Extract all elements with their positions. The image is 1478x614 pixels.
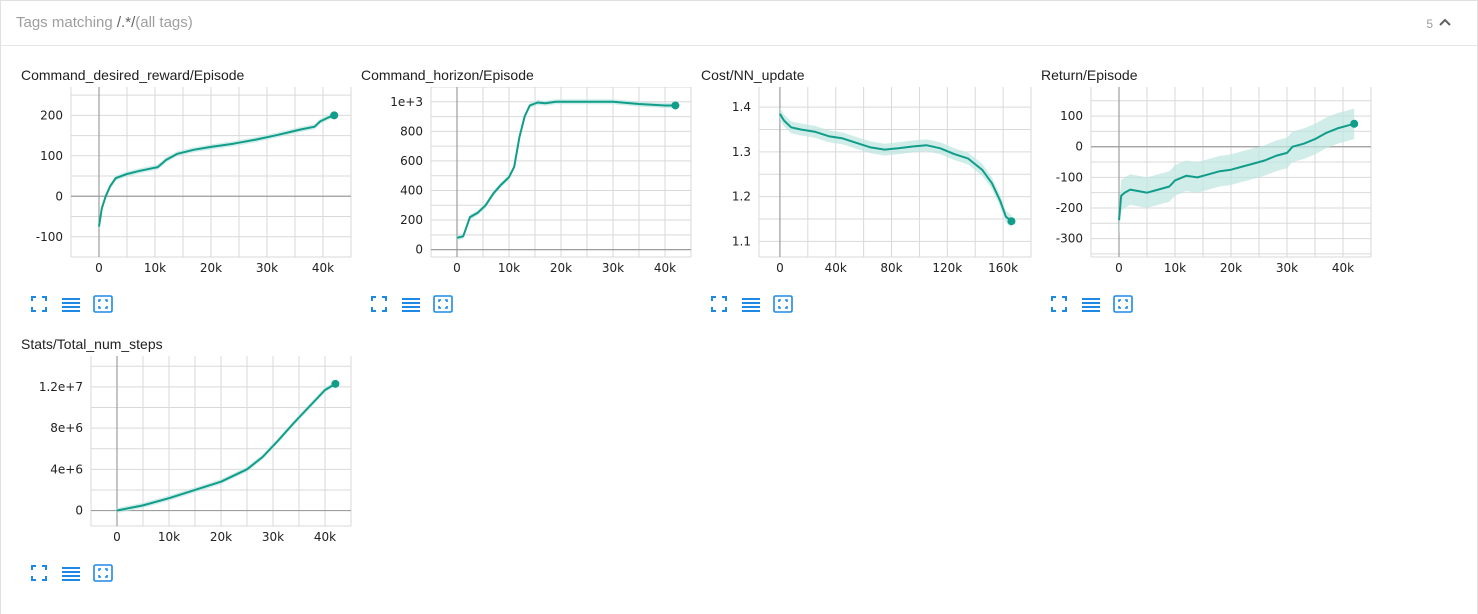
x-tick-label: 40k bbox=[654, 261, 676, 275]
scalar-chart-card: Command_desired_reward/Episode 0 10k 20k 30k… bbox=[21, 67, 361, 327]
fit-domain-icon[interactable] bbox=[93, 294, 113, 314]
y-tick-label: 4e+6 bbox=[50, 462, 83, 476]
y-tick-label: 1.2 bbox=[732, 190, 751, 204]
x-tick-label: 0 bbox=[1115, 261, 1123, 275]
charts-grid: Command_desired_reward/Episode 0 10k 20k 30k… bbox=[0, 45, 1478, 614]
tag-filter-suffix: (all tags) bbox=[135, 14, 193, 31]
line-chart[interactable]: 0 10k 20k 30k 40k -100 0 100 200 bbox=[21, 87, 361, 277]
chevron-up-icon[interactable] bbox=[1437, 14, 1453, 30]
x-tick-label: 40k bbox=[825, 261, 847, 275]
x-tick-label: 80k bbox=[880, 261, 902, 275]
x-tick-label: 30k bbox=[262, 530, 284, 544]
scalar-chart-card: Command_horizon/Episode 0 10k 20k 30k 40k 0 200… bbox=[361, 67, 701, 327]
raw-series-band bbox=[117, 381, 336, 514]
last-point-marker bbox=[331, 379, 340, 388]
last-point-marker bbox=[1350, 119, 1359, 128]
x-tick-label: 0 bbox=[453, 261, 461, 275]
tag-filter-title: Tags matching /.*/(all tags) bbox=[16, 14, 193, 31]
tag-count-badge: 5 bbox=[1426, 17, 1433, 31]
y-tick-label: -300 bbox=[1056, 232, 1083, 246]
y-tick-label: 0 bbox=[415, 243, 423, 257]
smoothed-series-line bbox=[116, 382, 336, 512]
x-tick-label: 10k bbox=[498, 261, 520, 275]
expand-icon[interactable] bbox=[709, 294, 729, 314]
x-tick-label: 160k bbox=[988, 261, 1018, 275]
list-lines-icon[interactable] bbox=[741, 294, 761, 314]
last-point-marker bbox=[330, 111, 339, 120]
y-tick-label: 600 bbox=[400, 154, 423, 168]
y-tick-label: 1.4 bbox=[732, 100, 751, 114]
line-chart[interactable]: 0 10k 20k 30k 40k 0 4e+6 8e+6 1.2e+7 bbox=[21, 356, 361, 546]
expand-icon[interactable] bbox=[29, 563, 49, 583]
y-tick-label: 0 bbox=[55, 189, 63, 203]
x-tick-label: 10k bbox=[1164, 261, 1186, 275]
y-tick-label: 200 bbox=[40, 108, 63, 122]
line-chart[interactable]: 0 10k 20k 30k 40k -300 -200 -100 0 100 bbox=[1041, 87, 1381, 277]
y-tick-label: 200 bbox=[400, 213, 423, 227]
tag-filter-prefix: Tags matching bbox=[16, 14, 117, 31]
line-chart[interactable]: 0 10k 20k 30k 40k 0 200 400 600 800 1e+3 bbox=[361, 87, 701, 277]
x-tick-label: 40k bbox=[312, 261, 334, 275]
fit-domain-icon[interactable] bbox=[433, 294, 453, 314]
x-tick-label: 40k bbox=[314, 530, 336, 544]
x-tick-label: 20k bbox=[210, 530, 232, 544]
x-tick-label: 10k bbox=[144, 261, 166, 275]
y-tick-label: 1.1 bbox=[732, 234, 751, 248]
fit-domain-icon[interactable] bbox=[773, 294, 793, 314]
chart-title: Cost/NN_update bbox=[701, 67, 805, 83]
x-tick-label: 10k bbox=[158, 530, 180, 544]
expand-icon[interactable] bbox=[369, 294, 389, 314]
y-tick-label: 800 bbox=[400, 124, 423, 138]
y-tick-label: 100 bbox=[1060, 109, 1083, 123]
y-tick-label: 1.3 bbox=[732, 145, 751, 159]
x-tick-label: 30k bbox=[1276, 261, 1298, 275]
tag-filter-regex: /.*/ bbox=[116, 14, 136, 31]
expand-icon[interactable] bbox=[1049, 294, 1069, 314]
y-tick-label: 100 bbox=[40, 149, 63, 163]
x-tick-label: 20k bbox=[550, 261, 572, 275]
x-tick-label: 0 bbox=[95, 261, 103, 275]
y-tick-label: 8e+6 bbox=[50, 421, 83, 435]
raw-series-band bbox=[1119, 108, 1355, 236]
y-tick-label: 400 bbox=[400, 183, 423, 197]
chart-title: Command_desired_reward/Episode bbox=[21, 67, 245, 83]
fit-domain-icon[interactable] bbox=[93, 563, 113, 583]
list-lines-icon[interactable] bbox=[1081, 294, 1101, 314]
last-point-marker bbox=[671, 101, 680, 110]
list-lines-icon[interactable] bbox=[401, 294, 421, 314]
chart-title: Stats/Total_num_steps bbox=[21, 336, 163, 352]
x-tick-label: 20k bbox=[200, 261, 222, 275]
x-tick-label: 120k bbox=[932, 261, 962, 275]
y-tick-label: -200 bbox=[1056, 201, 1083, 215]
line-chart[interactable]: 0 40k 80k 120k 160k 1.1 1.2 1.3 1.4 bbox=[701, 87, 1041, 277]
x-tick-label: 0 bbox=[776, 261, 784, 275]
tag-group-header[interactable]: Tags matching /.*/(all tags) 5 bbox=[0, 0, 1478, 46]
expand-icon[interactable] bbox=[29, 294, 49, 314]
list-lines-icon[interactable] bbox=[61, 563, 81, 583]
smoothed-series-line bbox=[456, 100, 676, 239]
x-tick-label: 30k bbox=[602, 261, 624, 275]
chart-title: Command_horizon/Episode bbox=[361, 67, 534, 83]
y-tick-label: -100 bbox=[36, 230, 63, 244]
list-lines-icon[interactable] bbox=[61, 294, 81, 314]
fit-domain-icon[interactable] bbox=[1113, 294, 1133, 314]
scalar-chart-card: Cost/NN_update 0 40k 80k 120k 160k 1.1 1.2 1.3 1.… bbox=[701, 67, 1041, 327]
scalar-chart-card: Return/Episode 0 10k 20k 30k 40k -300 -200 -100 0… bbox=[1041, 67, 1381, 327]
last-point-marker bbox=[1007, 217, 1016, 226]
x-tick-label: 0 bbox=[113, 530, 121, 544]
y-tick-label: 0 bbox=[1075, 140, 1083, 154]
y-tick-label: 0 bbox=[75, 504, 83, 518]
raw-series-band bbox=[779, 107, 1012, 228]
y-tick-label: -100 bbox=[1056, 170, 1083, 184]
x-tick-label: 30k bbox=[256, 261, 278, 275]
raw-series-band bbox=[457, 99, 676, 241]
chart-title: Return/Episode bbox=[1041, 67, 1138, 83]
scalar-chart-card: Stats/Total_num_steps 0 10k 20k 30k 40k 0 4e+6 8… bbox=[21, 336, 361, 596]
x-tick-label: 20k bbox=[1220, 261, 1242, 275]
y-tick-label: 1.2e+7 bbox=[39, 380, 83, 394]
x-tick-label: 40k bbox=[1332, 261, 1354, 275]
y-tick-label: 1e+3 bbox=[390, 95, 423, 109]
